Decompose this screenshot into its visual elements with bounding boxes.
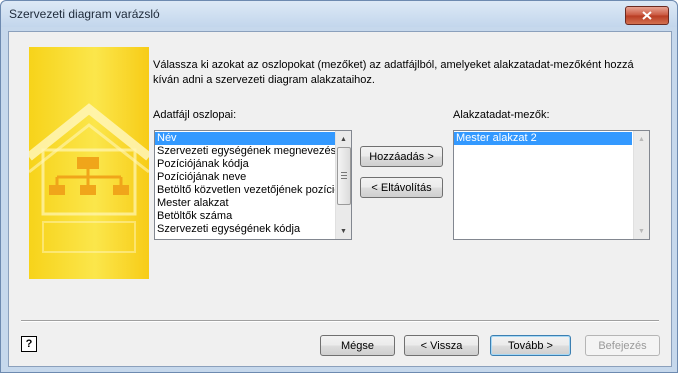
data-file-columns-list[interactable]: Név Szervezeti egységének megnevezése Po… xyxy=(154,130,352,240)
wizard-content: Válassza ki azokat az oszlopokat (mezőke… xyxy=(8,31,672,367)
right-list-scrollbar[interactable]: ▲ ▼ xyxy=(633,131,649,239)
list-item[interactable]: Mester alakzat xyxy=(155,197,335,210)
left-list-scrollbar[interactable]: ▲ ▼ xyxy=(335,131,351,239)
wizard-window: Szervezeti diagram varázsló Válassza ki … xyxy=(0,0,678,373)
next-button[interactable]: Tovább > xyxy=(490,335,571,356)
wizard-banner-image xyxy=(29,47,149,279)
list-item[interactable]: Név xyxy=(155,132,335,145)
close-icon xyxy=(642,11,652,20)
scroll-down-icon[interactable]: ▼ xyxy=(336,224,351,238)
window-title: Szervezeti diagram varázsló xyxy=(9,7,160,21)
add-button[interactable]: Hozzáadás > xyxy=(360,146,443,167)
scroll-down-icon[interactable]: ▼ xyxy=(634,224,649,238)
cancel-button[interactable]: Mégse xyxy=(320,335,395,356)
list-item[interactable]: Betöltő közvetlen vezetőjének pozíciója xyxy=(155,184,335,197)
title-bar: Szervezeti diagram varázsló xyxy=(1,1,677,27)
list-item[interactable]: Szervezeti egységének kódja xyxy=(155,223,335,236)
org-chart-graphic xyxy=(29,103,149,253)
list-item[interactable]: Betöltők száma xyxy=(155,210,335,223)
shape-data-fields-label: Alakzatadat-mezők: xyxy=(453,109,550,121)
list-item[interactable]: Szervezeti egységének megnevezése xyxy=(155,145,335,158)
list-item[interactable]: Mester alakzat 2 xyxy=(454,132,632,145)
back-button[interactable]: < Vissza xyxy=(404,335,479,356)
remove-button[interactable]: < Eltávolítás xyxy=(360,177,443,198)
footer-separator xyxy=(21,320,659,322)
close-button[interactable] xyxy=(625,6,669,25)
list-item[interactable]: Pozíciójának neve xyxy=(155,171,335,184)
data-file-columns-label: Adatfájl oszlopai: xyxy=(153,109,237,121)
scrollbar-thumb[interactable] xyxy=(337,147,351,205)
wizard-description: Válassza ki azokat az oszlopokat (mezőke… xyxy=(153,59,634,86)
finish-button[interactable]: Befejezés xyxy=(585,335,660,356)
list-item[interactable]: Pozíciójának kódja xyxy=(155,158,335,171)
scroll-up-icon[interactable]: ▲ xyxy=(336,132,351,146)
scroll-up-icon[interactable]: ▲ xyxy=(634,132,649,146)
shape-data-fields-list[interactable]: Mester alakzat 2 ▲ ▼ xyxy=(453,130,650,240)
help-icon[interactable]: ? xyxy=(21,336,37,352)
